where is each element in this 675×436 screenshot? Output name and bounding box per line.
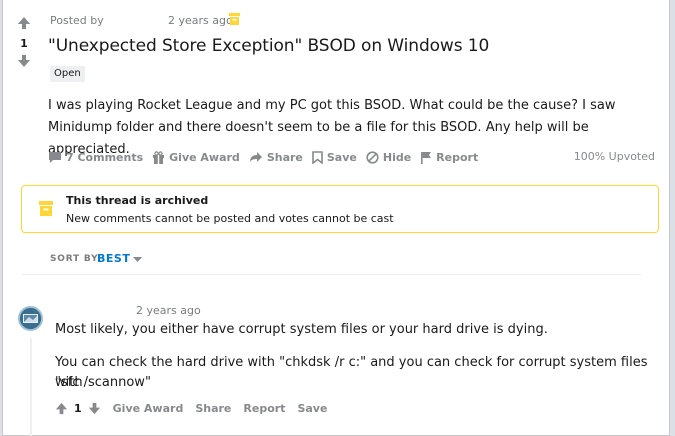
save-button[interactable]: Save — [312, 151, 357, 164]
comment-vote-count: 1 — [74, 401, 82, 415]
comments-button[interactable]: 7 Comments — [48, 151, 143, 164]
comment-paragraph-2-line-2: "sfc /scannow" — [55, 375, 151, 390]
hide-label: Hide — [382, 150, 412, 164]
comment-time[interactable]: 2 years ago — [136, 304, 201, 317]
sort-value: BEST — [97, 252, 131, 265]
avatar-image-icon — [20, 308, 41, 329]
comment-icon — [49, 151, 61, 163]
flag-icon — [421, 151, 432, 164]
archived-notice: This thread is archived New comments can… — [21, 185, 659, 233]
hide-button[interactable]: Hide — [366, 151, 411, 164]
downvote-arrow-icon[interactable] — [17, 54, 31, 68]
commenter-avatar[interactable] — [18, 306, 43, 331]
comment-report-button[interactable]: Report — [243, 402, 285, 415]
post-flair[interactable]: Open — [50, 66, 85, 82]
upvoted-ratio: 100% Upvoted — [573, 150, 655, 163]
comment-actions-bar: 1 Give Award Share Report Save — [55, 398, 339, 418]
report-label: Report — [436, 150, 479, 164]
give-award-button[interactable]: Give Award — [152, 151, 240, 164]
share-arrow-icon — [249, 152, 262, 162]
give-award-label: Give Award — [169, 150, 240, 164]
post-vote-count: 1 — [20, 37, 28, 50]
report-button[interactable]: Report — [420, 151, 478, 164]
scrollbar-track[interactable] — [670, 0, 675, 436]
post-title[interactable]: "Unexpected Store Exception" BSOD on Win… — [48, 36, 489, 56]
sort-divider — [21, 274, 641, 275]
post-container: 1 Posted by 2 years ago "Unexpected Stor… — [2, 0, 670, 436]
bookmark-icon — [312, 150, 323, 164]
posted-by-label: Posted by — [50, 14, 104, 27]
hide-icon — [366, 150, 379, 164]
share-label: Share — [266, 150, 303, 164]
upvote-arrow-icon[interactable] — [17, 16, 31, 30]
post-time[interactable]: 2 years ago — [168, 14, 233, 27]
comment-share-button[interactable]: Share — [195, 402, 231, 415]
save-label: Save — [326, 150, 357, 164]
archive-box-icon — [39, 201, 53, 216]
archived-subtitle: New comments cannot be posted and votes … — [66, 212, 394, 225]
sort-by-label: SORT BY — [50, 254, 99, 264]
sort-dropdown[interactable]: BEST — [97, 250, 145, 268]
post-actions-bar: 7 Comments Give Award Share Save Hide Re… — [48, 147, 487, 167]
chevron-down-icon — [133, 257, 142, 262]
comments-label: 7 Comments — [66, 150, 144, 164]
gift-icon — [153, 150, 165, 164]
archived-box-icon — [229, 13, 240, 25]
share-button[interactable]: Share — [249, 151, 303, 164]
comment-upvote-icon[interactable] — [55, 402, 68, 415]
comment-downvote-icon[interactable] — [88, 402, 101, 415]
comment-thread-line[interactable] — [30, 338, 32, 436]
archived-title: This thread is archived — [66, 194, 209, 207]
comment-give-award-button[interactable]: Give Award — [113, 402, 184, 415]
comment-paragraph-1: Most likely, you either have corrupt sys… — [55, 322, 548, 337]
comment-save-button[interactable]: Save — [297, 402, 327, 415]
